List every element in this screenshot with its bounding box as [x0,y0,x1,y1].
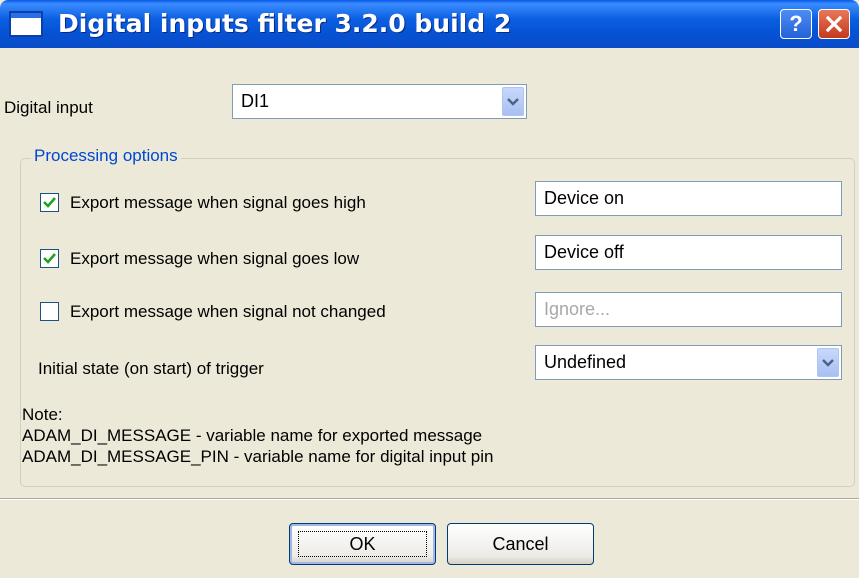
cancel-button[interactable]: Cancel [447,523,594,565]
export-high-message-input[interactable]: Device on [535,181,842,216]
cancel-button-label: Cancel [492,533,549,554]
checkmark-icon [43,197,56,208]
note-line: ADAM_DI_MESSAGE - variable name for expo… [22,426,483,445]
title-bar[interactable]: Digital inputs filter 3.2.0 build 2 ? [0,0,859,48]
checkmark-icon [43,253,56,264]
window-icon [9,11,43,37]
digital-input-value: DI1 [241,91,270,111]
export-high-checkbox[interactable] [40,193,59,212]
export-low-checkbox[interactable] [40,249,59,268]
export-low-message-input[interactable]: Device off [535,235,842,270]
focus-rect [298,531,427,557]
chevron-down-icon[interactable] [817,348,839,377]
initial-state-select[interactable]: Undefined [535,345,842,380]
initial-state-label: Initial state (on start) of trigger [38,359,264,378]
note-heading: Note: [22,405,63,424]
processing-options-legend: Processing options [31,146,181,166]
export-unchanged-label[interactable]: Export message when signal not changed [70,302,386,322]
export-high-label[interactable]: Export message when signal goes high [70,193,366,213]
help-button[interactable]: ? [780,9,812,39]
export-unchanged-message-input[interactable]: Ignore... [535,292,842,327]
dialog-window: Digital inputs filter 3.2.0 build 2 ? Di… [0,0,859,578]
ok-button[interactable]: OK [289,523,436,565]
footer-separator [0,498,859,500]
window-title: Digital inputs filter 3.2.0 build 2 [58,9,512,38]
chevron-down-icon[interactable] [502,87,524,116]
help-icon: ? [789,11,803,36]
close-button[interactable] [818,9,850,39]
digital-input-label: Digital input [4,98,93,117]
note-line: ADAM_DI_MESSAGE_PIN - variable name for … [22,447,494,466]
digital-input-select[interactable]: DI1 [232,84,527,119]
initial-state-value: Undefined [544,352,627,372]
close-icon [825,15,843,33]
export-unchanged-checkbox[interactable] [40,302,59,321]
export-low-label[interactable]: Export message when signal goes low [70,249,359,269]
